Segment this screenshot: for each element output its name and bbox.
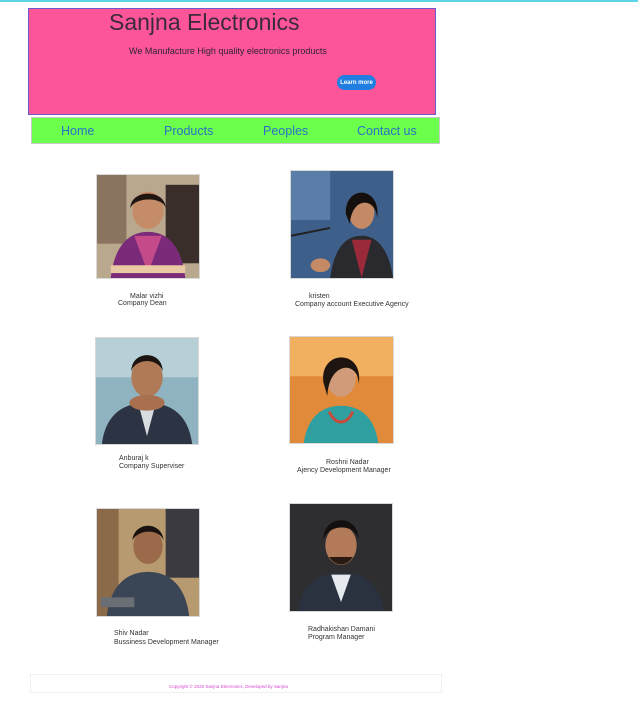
- person-photo-shiv: [96, 508, 200, 617]
- person-name: Shiv Nadar: [114, 630, 149, 637]
- person-role: Bussiness Development Manager: [114, 639, 219, 646]
- person-name: Radhakishan Damani: [308, 626, 375, 633]
- person-photo-malar: [96, 174, 200, 279]
- hero-banner: Sanjna Electronics We Manufacture High q…: [28, 8, 436, 115]
- person-role: Ajency Development Manager: [297, 467, 391, 474]
- main-nav: Home Products Peoples Contact us: [31, 117, 440, 144]
- person-photo-roshni: [289, 336, 394, 444]
- site-title: Sanjna Electronics: [109, 9, 300, 35]
- person-name: Roshni Nadar: [326, 459, 369, 466]
- person-role: Company Dean: [118, 300, 167, 307]
- nav-contact[interactable]: Contact us: [357, 124, 417, 138]
- person-name: kristen: [309, 293, 330, 300]
- person-name: Anburaj k: [119, 455, 149, 462]
- person-role: Program Manager: [308, 634, 365, 641]
- person-photo-radhakishan: [289, 503, 393, 612]
- person-role: Company Superviser: [119, 463, 185, 470]
- nav-products[interactable]: Products: [164, 124, 213, 138]
- footer: Copyright © 2020 Sanjna Electronics, Dev…: [30, 674, 442, 693]
- person-photo-anburaj: [95, 337, 199, 445]
- top-accent-line: [0, 0, 638, 2]
- person-photo-kristen: [290, 170, 394, 279]
- nav-home[interactable]: Home: [61, 124, 94, 138]
- person-role: Company account Executive Agency: [295, 301, 409, 308]
- copyright-text: Copyright © 2020 Sanjna Electronics, Dev…: [169, 684, 288, 689]
- learn-more-button[interactable]: Learn more: [337, 75, 376, 90]
- site-tagline: We Manufacture High quality electronics …: [129, 46, 327, 56]
- nav-peoples[interactable]: Peoples: [263, 124, 308, 138]
